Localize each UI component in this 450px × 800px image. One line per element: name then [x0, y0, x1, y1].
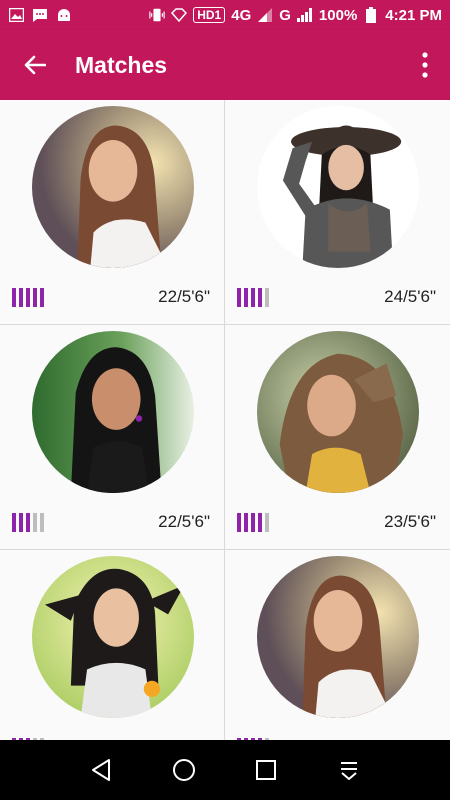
profile-photo [32, 106, 194, 268]
status-bar: HD1 4G G 100% 4:21 PM [0, 0, 450, 30]
match-level-bar [265, 513, 269, 532]
network-g-label: G [279, 6, 291, 24]
system-nav-bar [0, 740, 450, 800]
age-height-label: 22/5'6" [158, 512, 210, 531]
notification-pulldown-icon [340, 762, 357, 780]
match-level-indicator [12, 288, 44, 307]
signal-icon-2 [297, 7, 313, 23]
triangle-back-icon [92, 759, 111, 781]
data-saver-icon [171, 7, 188, 23]
match-card[interactable] [225, 550, 450, 740]
match-level-bar [40, 513, 44, 532]
match-card[interactable] [0, 550, 225, 740]
match-level-bar [12, 288, 16, 307]
match-level-bar [237, 288, 241, 307]
more-vert-icon [422, 52, 428, 78]
match-level-bar [237, 513, 241, 532]
match-card[interactable]: 22/5'6" [0, 100, 225, 325]
match-card[interactable]: 23/5'6" [225, 325, 450, 550]
age-height-label: 22/5'6" [158, 287, 210, 306]
age-height-label: 23/5'6" [384, 512, 436, 531]
app-bar: Matches [0, 30, 450, 100]
signal-icon [257, 7, 273, 23]
matches-grid: 22/5'6" 24/5'6" 22/5'6" 23/5'6" [0, 100, 450, 740]
overflow-menu-button[interactable] [400, 30, 450, 100]
page-title: Matches [75, 51, 168, 78]
android-icon [56, 7, 72, 23]
match-card[interactable]: 22/5'6" [0, 325, 225, 550]
match-level-bar [244, 288, 248, 307]
match-level-bar [258, 513, 262, 532]
match-level-bar [244, 513, 248, 532]
arrow-back-icon [24, 55, 46, 75]
nav-back-button[interactable] [81, 750, 121, 790]
age-height-label: 24/5'6" [384, 287, 436, 306]
message-icon [32, 7, 48, 23]
match-level-indicator [237, 288, 269, 307]
nav-recents-button[interactable] [246, 750, 286, 790]
match-level-indicator [12, 513, 44, 532]
clock: 4:21 PM [385, 6, 442, 24]
match-level-bar [258, 288, 262, 307]
match-level-bar [33, 288, 37, 307]
match-level-bar [251, 288, 255, 307]
vibrate-icon [149, 7, 165, 23]
profile-photo [257, 331, 419, 493]
profile-photo [32, 556, 194, 718]
circle-home-icon [172, 759, 195, 781]
square-recents-icon [256, 760, 277, 780]
profile-photo [32, 331, 194, 493]
battery-icon [363, 7, 379, 23]
back-button[interactable] [0, 30, 70, 100]
nav-home-button[interactable] [164, 750, 204, 790]
nav-notifications-button[interactable] [329, 750, 369, 790]
match-level-indicator [237, 513, 269, 532]
hd-badge: HD1 [193, 7, 226, 23]
profile-photo [257, 556, 419, 718]
match-level-bar [251, 513, 255, 532]
image-icon [8, 7, 24, 23]
match-level-bar [12, 513, 16, 532]
match-level-bar [265, 288, 269, 307]
match-level-bar [26, 513, 30, 532]
profile-photo [257, 106, 419, 268]
battery-label: 100% [318, 6, 358, 24]
match-level-bar [33, 513, 37, 532]
network-4g-label: 4G [231, 6, 252, 24]
match-level-bar [26, 288, 30, 307]
match-level-bar [19, 513, 23, 532]
match-level-bar [40, 288, 44, 307]
match-card[interactable]: 24/5'6" [225, 100, 450, 325]
match-level-bar [19, 288, 23, 307]
